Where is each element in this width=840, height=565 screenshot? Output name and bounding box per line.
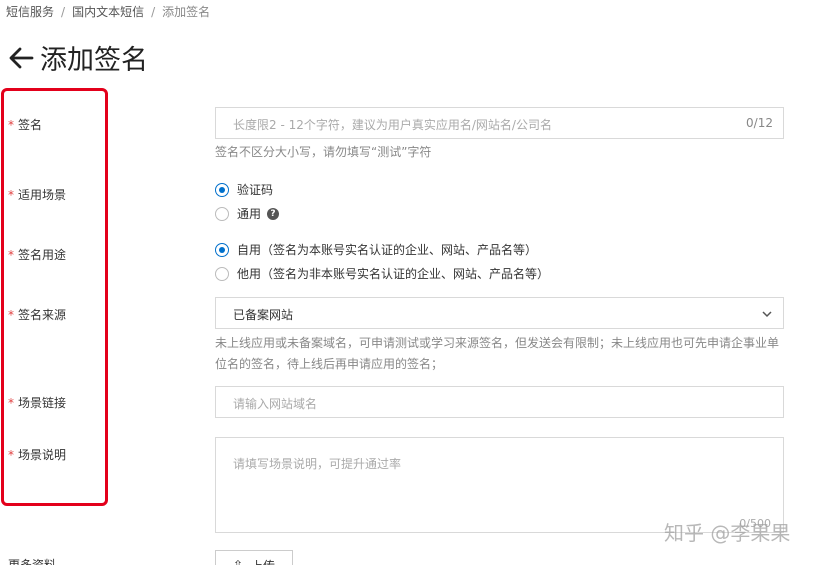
required-mark: * — [8, 188, 14, 202]
source-help-line2: 位名的签名，待上线后再申请应用的签名； — [215, 357, 444, 371]
radio-other-use[interactable]: 他用（签名为非本账号实名认证的企业、网站、产品名等） — [215, 265, 549, 282]
watermark: 知乎 @李果果 — [664, 521, 791, 545]
breadcrumb-separator: / — [151, 5, 156, 19]
link-input[interactable]: 请输入网站域名 — [215, 386, 784, 418]
page-title: 添加签名 — [40, 45, 148, 76]
page-header: 添加签名 — [8, 38, 148, 77]
radio-circle[interactable] — [215, 182, 229, 197]
source-help-line1: 未上线应用或未备案域名，可申请测试或学习来源签名，但发送会有限制；未上线应用也可… — [215, 336, 780, 350]
breadcrumb-separator: / — [61, 5, 66, 19]
required-mark: * — [8, 448, 14, 462]
breadcrumb-current: 添加签名 — [162, 5, 211, 19]
signature-label: * 签名 — [8, 118, 43, 132]
required-mark: * — [8, 308, 14, 322]
breadcrumb-sms-service[interactable]: 短信服务 — [6, 5, 54, 19]
description-placeholder: 请填写场景说明，可提升通过率 — [233, 457, 402, 471]
upload-icon: ⇧ — [232, 558, 244, 565]
description-label: * 场景说明 — [8, 448, 67, 462]
breadcrumb: 短信服务 / 国内文本短信 / 添加签名 — [6, 3, 210, 20]
highlight-box — [1, 88, 108, 506]
radio-general[interactable]: 通用? — [215, 205, 280, 222]
source-label: * 签名来源 — [8, 308, 67, 322]
more-materials-label: 更多资料 — [8, 558, 57, 565]
radio-circle[interactable] — [215, 266, 229, 281]
radio-self-use[interactable]: 自用（签名为本账号实名认证的企业、网站、产品名等） — [215, 241, 537, 258]
upload-button[interactable]: ⇧上传 — [215, 550, 293, 565]
signature-counter: 0/12 — [746, 116, 773, 130]
source-select[interactable]: 已备案网站 — [215, 297, 784, 329]
link-label: * 场景链接 — [8, 396, 67, 410]
chevron-down-icon — [762, 311, 772, 318]
signature-help: 签名不区分大小写，请勿填写“测试”字符 — [215, 145, 432, 159]
link-placeholder: 请输入网站域名 — [233, 397, 318, 411]
scenario-label: * 适用场景 — [8, 188, 67, 202]
signature-placeholder: 长度限2 - 12个字符，建议为用户真实应用名/网站名/公司名 — [233, 118, 552, 132]
help-question-icon[interactable]: ? — [267, 207, 280, 220]
radio-circle[interactable] — [215, 242, 229, 257]
back-arrow-icon[interactable] — [8, 45, 34, 71]
signature-input[interactable]: 长度限2 - 12个字符，建议为用户真实应用名/网站名/公司名 0/12 — [215, 107, 784, 139]
source-help: 未上线应用或未备案域名，可申请测试或学习来源签名，但发送会有限制；未上线应用也可… — [215, 333, 779, 375]
required-mark: * — [8, 248, 14, 262]
breadcrumb-domestic-sms[interactable]: 国内文本短信 — [72, 5, 144, 19]
radio-circle[interactable] — [215, 206, 229, 221]
required-mark: * — [8, 396, 14, 410]
purpose-label: * 签名用途 — [8, 248, 67, 262]
required-mark: * — [8, 118, 14, 132]
radio-verification-code[interactable]: 验证码 — [215, 181, 273, 198]
source-selected-value: 已备案网站 — [233, 308, 294, 322]
